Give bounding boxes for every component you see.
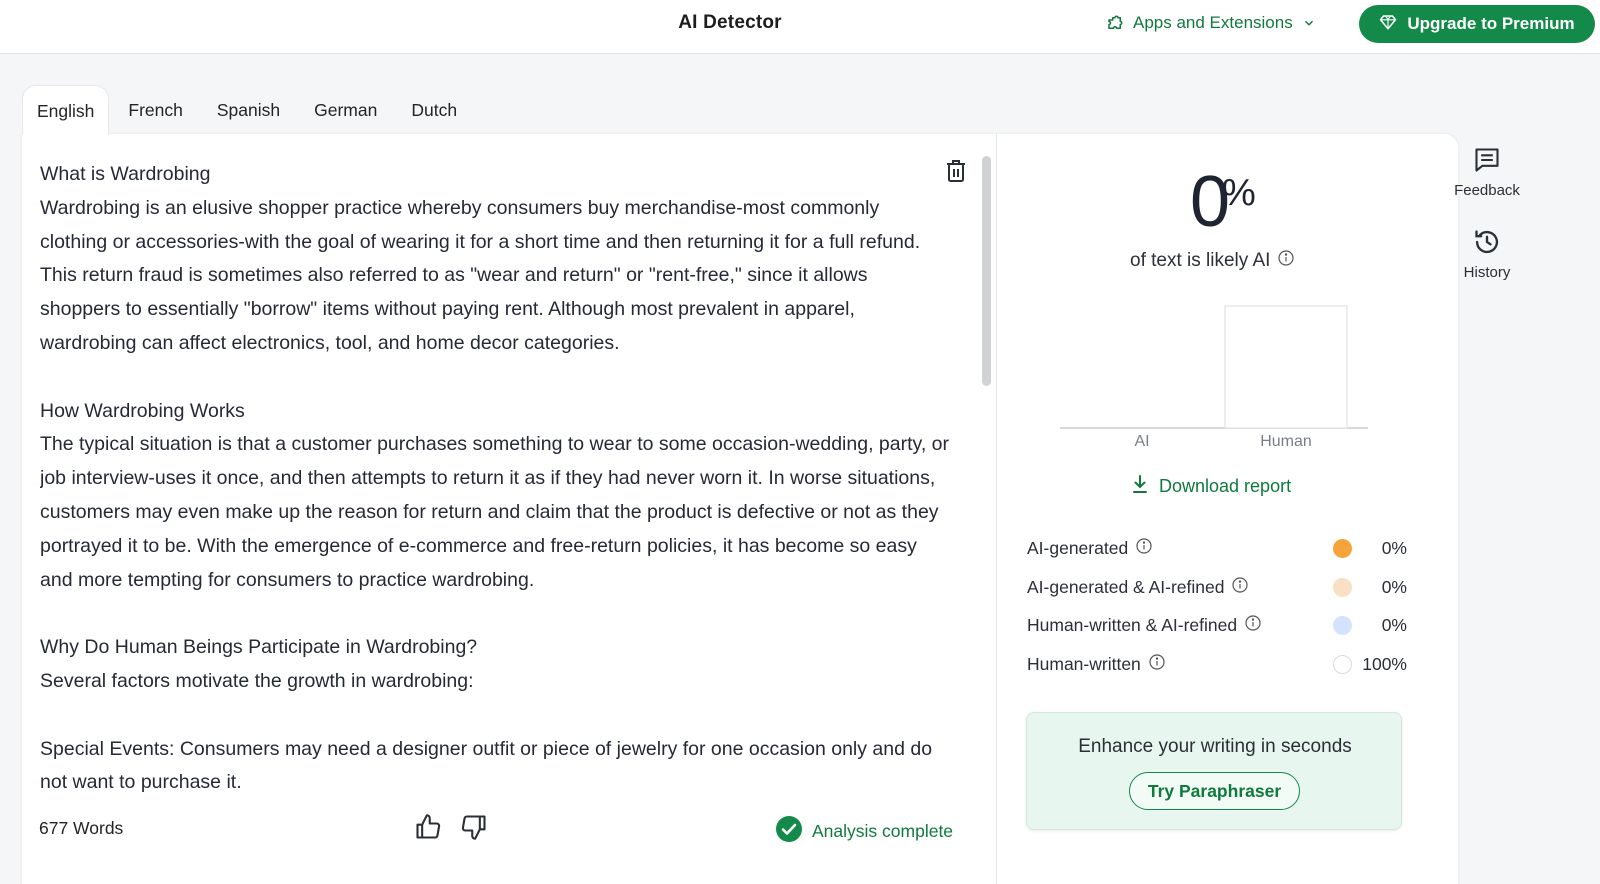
upgrade-premium-button[interactable]: Upgrade to Premium xyxy=(1359,5,1595,43)
thumbs-down-icon[interactable] xyxy=(460,813,488,846)
chart-tick-label: Human xyxy=(1260,433,1312,450)
puzzle-icon xyxy=(1106,14,1124,32)
analysis-status-label: Analysis complete xyxy=(812,821,954,841)
editor-blank-line xyxy=(40,597,950,631)
diamond-icon xyxy=(1379,13,1397,36)
download-icon xyxy=(1131,474,1149,499)
tab-english[interactable]: English xyxy=(22,85,110,135)
apps-extensions-menu[interactable]: Apps and Extensions xyxy=(1106,11,1316,35)
language-tabs: English French Spanish German Dutch xyxy=(22,85,476,135)
legend-human-written: Human-written 100% xyxy=(1027,652,1407,676)
legend-ai-generated: AI-generated 0% xyxy=(1027,536,1407,560)
legend-label: Human-written xyxy=(1027,654,1141,674)
legend-value: 0% xyxy=(1381,615,1407,635)
download-report-label: Download report xyxy=(1159,476,1292,496)
legend-label: Human-written & AI-refined xyxy=(1027,615,1238,635)
analysis-status: Analysis complete xyxy=(776,816,953,847)
legend-value: 0% xyxy=(1381,577,1407,597)
upgrade-label: Upgrade to Premium xyxy=(1407,14,1575,33)
history-button[interactable]: History xyxy=(1450,228,1524,281)
apps-extensions-label: Apps and Extensions xyxy=(1133,13,1293,32)
legend-value: 0% xyxy=(1381,538,1407,558)
editor-paragraph: Wardrobing is an elusive shopper practic… xyxy=(40,196,921,354)
feedback-button[interactable]: Feedback xyxy=(1450,146,1524,199)
legend-label: AI-generated & AI-refined xyxy=(1027,577,1225,597)
editor-paragraph: The typical situation is that a customer… xyxy=(40,433,949,591)
tab-french[interactable]: French xyxy=(113,85,197,135)
editor-blank-line xyxy=(40,699,950,733)
chart-bar-human xyxy=(1224,305,1348,429)
editor-paragraph: Several factors motivate the growth in w… xyxy=(40,669,474,692)
legend-label: AI-generated xyxy=(1027,538,1129,558)
legend-ai-generated-refined: AI-generated & AI-refined 0% xyxy=(1027,575,1407,599)
history-label: History xyxy=(1463,264,1511,281)
legend-value: 100% xyxy=(1362,654,1407,674)
legend-human-written-refined: Human-written & AI-refined 0% xyxy=(1027,613,1407,637)
panel-divider xyxy=(996,134,997,884)
try-paraphraser-button[interactable]: Try Paraphraser xyxy=(1129,772,1300,810)
text-editor[interactable]: What is Wardrobing Wardrobing is an elus… xyxy=(40,158,950,803)
promo-text: Enhance your writing in seconds xyxy=(1078,736,1352,757)
ai-percent: 0 xyxy=(1120,160,1300,244)
info-icon[interactable] xyxy=(1278,250,1295,272)
ai-human-chart: AI Human xyxy=(1058,300,1370,460)
ai-percent-sign: % xyxy=(1222,172,1256,214)
info-icon[interactable] xyxy=(1136,538,1152,559)
info-icon[interactable] xyxy=(1149,654,1165,675)
chart-svg: AI Human xyxy=(1060,305,1368,450)
editor-paragraph: Special Events: Consumers may need a des… xyxy=(40,737,933,794)
chart-tick-label: AI xyxy=(1134,433,1149,450)
tab-german[interactable]: German xyxy=(299,85,392,135)
chevron-down-icon xyxy=(1302,16,1316,30)
feedback-label: Feedback xyxy=(1454,182,1520,199)
history-icon xyxy=(1450,228,1524,256)
editor-paragraph: Why Do Human Beings Participate in Wardr… xyxy=(40,636,478,659)
tab-spanish[interactable]: Spanish xyxy=(202,85,295,135)
trash-icon[interactable] xyxy=(945,159,967,188)
top-bar: AI Detector Apps and Extensions Upgrade … xyxy=(0,0,1600,54)
feedback-icon xyxy=(1450,146,1524,174)
download-report-link[interactable]: Download report xyxy=(1131,474,1291,499)
editor-paragraph: How Wardrobing Works xyxy=(40,399,245,422)
likely-ai-text: of text is likely AI xyxy=(1130,250,1271,271)
likely-ai-label: of text is likely AI xyxy=(1130,250,1295,272)
info-icon[interactable] xyxy=(1245,615,1261,636)
thumbs-up-icon[interactable] xyxy=(414,813,442,846)
info-icon[interactable] xyxy=(1232,577,1249,598)
editor-blank-line xyxy=(40,361,950,395)
editor-scrollbar[interactable] xyxy=(982,156,991,386)
word-count: 677 Words xyxy=(39,818,124,838)
check-circle-icon xyxy=(776,816,802,847)
tab-dutch[interactable]: Dutch xyxy=(396,85,472,135)
editor-paragraph: What is Wardrobing xyxy=(40,163,211,185)
paraphraser-promo: Enhance your writing in seconds Try Para… xyxy=(1026,712,1402,830)
